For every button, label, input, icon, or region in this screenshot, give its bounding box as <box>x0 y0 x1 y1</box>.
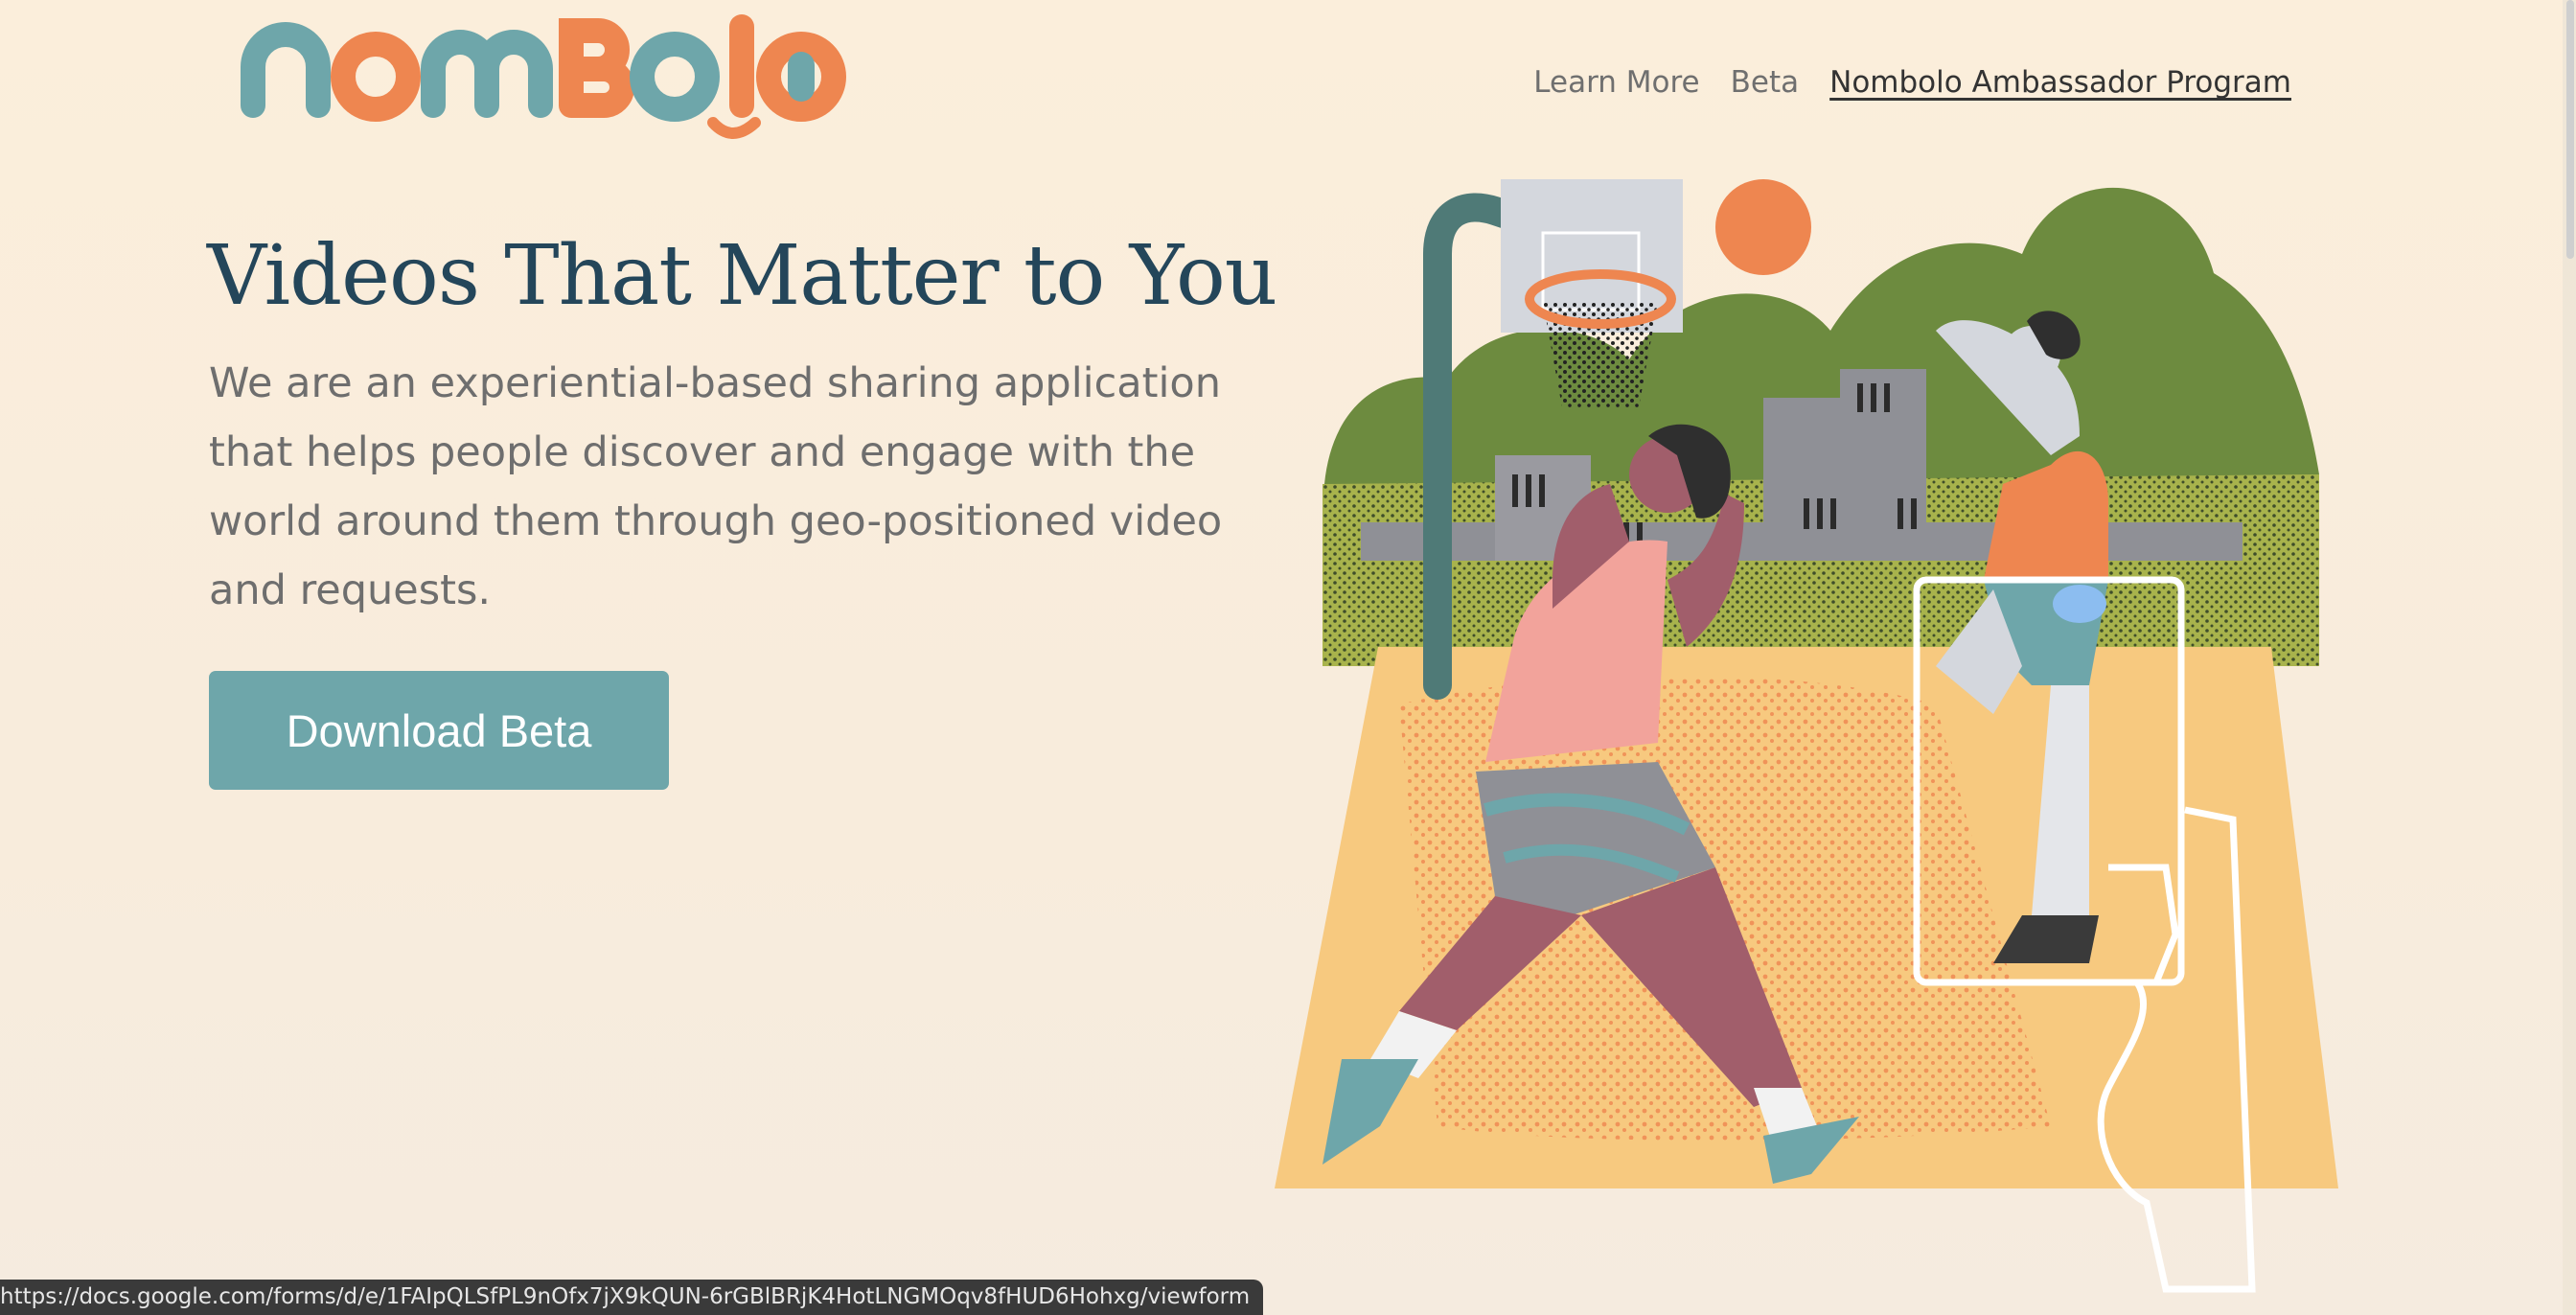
status-bar-url: https://docs.google.com/forms/d/e/1FAIpQ… <box>0 1280 1264 1315</box>
hero-description: We are an experiential-based sharing app… <box>209 359 1223 614</box>
basketball-players-illustration <box>1275 179 2338 1293</box>
download-beta-button[interactable]: Download Beta <box>209 671 669 790</box>
top-navigation: Learn More Beta Nombolo Ambassador Progr… <box>1533 65 2291 100</box>
scrollbar-thumb[interactable] <box>2566 0 2574 259</box>
nav-beta-link[interactable]: Beta <box>1731 65 1800 100</box>
nombolo-logo[interactable] <box>234 10 857 153</box>
nav-ambassador-program-link[interactable]: Nombolo Ambassador Program <box>1829 65 2291 100</box>
nav-learn-more-link[interactable]: Learn More <box>1533 65 1699 100</box>
page-scrollbar[interactable] <box>2563 0 2576 1315</box>
hero-title: Videos That Matter to You <box>207 228 1277 324</box>
